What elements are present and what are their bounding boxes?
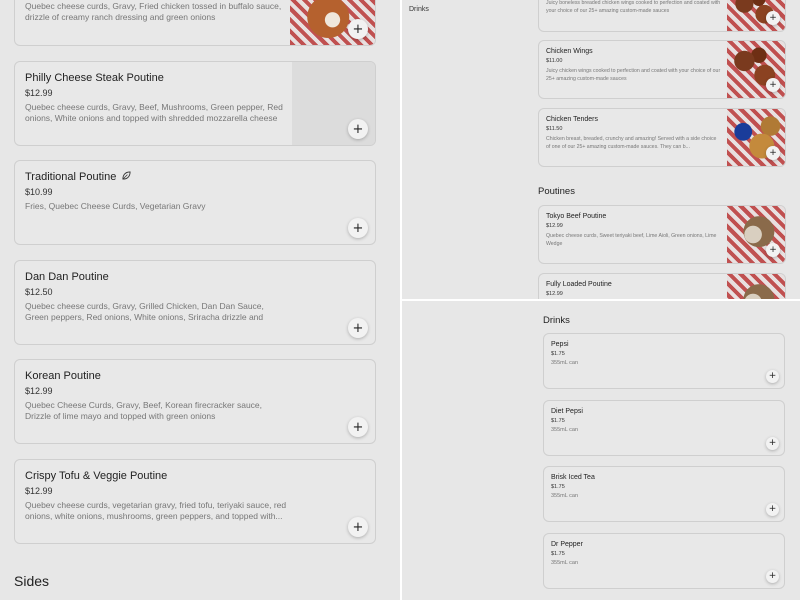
- item-description: Juicy chicken wings cooked to perfection…: [546, 68, 721, 82]
- menu-item-card[interactable]: Tokyo Beef Poutine $12.99 Quebec cheese …: [538, 205, 786, 264]
- add-to-cart-button[interactable]: +: [348, 218, 368, 238]
- add-to-cart-button[interactable]: +: [766, 78, 780, 92]
- item-price: $1.75: [551, 484, 565, 490]
- item-name: Korean Poutine: [25, 370, 101, 382]
- item-price: $10.99: [25, 187, 53, 197]
- item-price: $12.50: [25, 287, 53, 297]
- item-description: Quebec Cheese Curds, Gravy, Beef, Korean…: [25, 400, 263, 421]
- add-to-cart-button[interactable]: +: [348, 318, 368, 338]
- menu-item-card[interactable]: Brisk Iced Tea $1.75 355mL can +: [543, 466, 785, 522]
- section-heading-poutines: Poutines: [538, 186, 575, 197]
- item-name: Crispy Tofu & Veggie Poutine: [25, 470, 168, 482]
- item-description: 355mL can: [551, 560, 579, 566]
- menu-item-card[interactable]: Pepsi $1.75 355mL can +: [543, 333, 785, 389]
- item-name: Traditional Poutine: [25, 171, 117, 183]
- add-to-cart-button[interactable]: +: [766, 503, 779, 516]
- top-right-menu-panel: Drinks Juicy boneless breaded chicken wi…: [402, 0, 800, 299]
- sidebar-category-drinks[interactable]: Drinks: [409, 6, 429, 13]
- bottom-right-menu-panel: Drinks Pepsi $1.75 355mL can + Diet Peps…: [402, 301, 800, 600]
- item-price: $12.99: [25, 386, 53, 396]
- item-name: Philly Cheese Steak Poutine: [25, 72, 164, 84]
- item-description: 355mL can: [551, 493, 579, 499]
- menu-item-card[interactable]: Fully Loaded Poutine $12.99: [538, 273, 786, 299]
- menu-item-card[interactable]: Chicken Tenders $11.50 Chicken breast, b…: [538, 108, 786, 167]
- item-price: $12.99: [546, 223, 563, 229]
- item-name: Chicken Tenders: [546, 116, 599, 123]
- item-name-row: Traditional Poutine: [25, 171, 131, 183]
- add-to-cart-button[interactable]: +: [348, 417, 368, 437]
- menu-item-card[interactable]: Korean Poutine $12.99 Quebec Cheese Curd…: [14, 359, 376, 444]
- item-price: $11.00: [546, 58, 563, 64]
- item-description: 355mL can: [551, 360, 579, 366]
- item-description: Quebec cheese curds, Sweet teriyaki beef…: [546, 233, 717, 247]
- item-photo: [727, 274, 785, 299]
- item-price: $12.99: [25, 486, 53, 496]
- item-description: 355mL can: [551, 427, 579, 433]
- item-name: Brisk Iced Tea: [551, 474, 595, 481]
- item-name: Diet Pepsi: [551, 408, 583, 415]
- item-name: Dan Dan Poutine: [25, 271, 109, 283]
- item-name: Chicken Wings: [546, 48, 593, 55]
- item-name: Fully Loaded Poutine: [546, 281, 612, 288]
- item-description: Chicken breast, breaded, crunchy and ama…: [546, 136, 717, 150]
- left-menu-panel: Quebec cheese curds, Gravy, Fried chicke…: [0, 0, 400, 600]
- item-description: Fries, Quebec Cheese Curds, Vegetarian G…: [25, 201, 206, 211]
- item-description: Quebec cheese curds, Gravy, Grilled Chic…: [25, 301, 264, 322]
- item-name: Tokyo Beef Poutine: [546, 213, 607, 220]
- item-description: Juicy boneless breaded chicken wings coo…: [546, 0, 721, 14]
- leaf-icon: [122, 171, 131, 183]
- add-to-cart-button[interactable]: +: [766, 243, 780, 257]
- item-price: $12.99: [25, 88, 53, 98]
- add-to-cart-button[interactable]: +: [766, 370, 779, 383]
- item-name: Pepsi: [551, 341, 569, 348]
- item-description: Quebec cheese curds, Gravy, Beef, Mushro…: [25, 102, 283, 123]
- item-price: $11.50: [546, 126, 563, 132]
- add-to-cart-button[interactable]: +: [766, 437, 779, 450]
- menu-item-card-buffalo-poutine[interactable]: Quebec cheese curds, Gravy, Fried chicke…: [14, 0, 376, 46]
- menu-item-card[interactable]: Chicken Wings $11.00 Juicy chicken wings…: [538, 40, 786, 99]
- section-heading-drinks: Drinks: [543, 315, 570, 326]
- item-description: Quebev cheese curds, vegetarian gravy, f…: [25, 500, 287, 521]
- item-price: $12.99: [546, 291, 563, 297]
- add-to-cart-button[interactable]: +: [766, 11, 780, 25]
- menu-item-card[interactable]: Crispy Tofu & Veggie Poutine $12.99 Queb…: [14, 459, 376, 544]
- item-price: $1.75: [551, 351, 565, 357]
- add-to-cart-button[interactable]: +: [348, 19, 368, 39]
- add-to-cart-button[interactable]: +: [348, 517, 368, 537]
- item-price: $1.75: [551, 551, 565, 557]
- section-heading-sides: Sides: [14, 573, 50, 589]
- add-to-cart-button[interactable]: +: [766, 570, 779, 583]
- menu-item-card[interactable]: Diet Pepsi $1.75 355mL can +: [543, 400, 785, 456]
- item-name: Dr Pepper: [551, 541, 583, 548]
- add-to-cart-button[interactable]: +: [766, 146, 780, 160]
- menu-item-card[interactable]: Dr Pepper $1.75 355mL can +: [543, 533, 785, 589]
- add-to-cart-button[interactable]: +: [348, 119, 368, 139]
- item-description: Quebec cheese curds, Gravy, Fried chicke…: [25, 1, 282, 22]
- menu-item-card[interactable]: Philly Cheese Steak Poutine $12.99 Quebe…: [14, 61, 376, 146]
- menu-item-card[interactable]: Traditional Poutine $10.99 Fries, Quebec…: [14, 160, 376, 245]
- menu-item-card-boneless-wings[interactable]: Juicy boneless breaded chicken wings coo…: [538, 0, 786, 32]
- menu-item-card[interactable]: Dan Dan Poutine $12.50 Quebec cheese cur…: [14, 260, 376, 345]
- item-price: $1.75: [551, 418, 565, 424]
